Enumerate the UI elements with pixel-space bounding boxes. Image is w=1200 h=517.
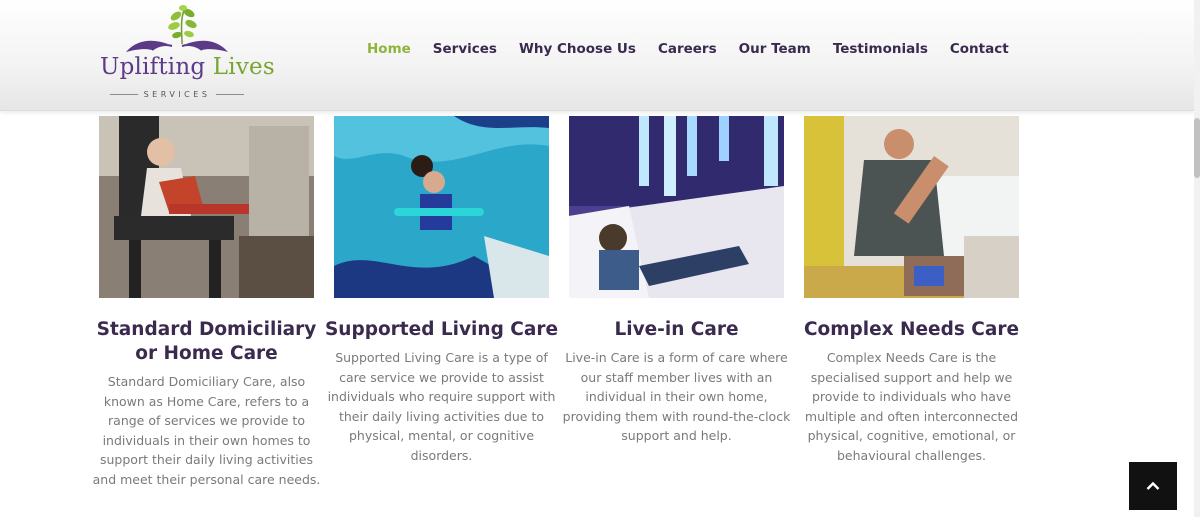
- service-title: Standard Domiciliary or Home Care: [96, 319, 317, 364]
- site-header: Uplifting Lives SERVICES Home Services W…: [0, 0, 1194, 111]
- chevron-up-icon: [1146, 481, 1160, 490]
- service-photo-live-in: [569, 116, 784, 298]
- nav-contact[interactable]: Contact: [939, 40, 1020, 58]
- brand-subtitle: SERVICES: [110, 88, 244, 100]
- service-description: Live-in Care is a form of care where our…: [562, 350, 791, 444]
- main-nav: Home Services Why Choose Us Careers Our …: [356, 40, 1020, 58]
- service-title: Live-in Care: [614, 319, 739, 340]
- brand-name: Uplifting Lives: [100, 54, 275, 80]
- nav-home[interactable]: Home: [356, 40, 422, 58]
- service-description: Complex Needs Care is the specialised su…: [804, 350, 1019, 463]
- nav-careers[interactable]: Careers: [647, 40, 728, 58]
- service-description: Supported Living Care is a type of care …: [327, 350, 556, 463]
- page-scrollbar[interactable]: [1194, 0, 1200, 517]
- brand-subtitle-text: SERVICES: [143, 89, 211, 99]
- brand-name-first: Uplifting: [100, 54, 206, 80]
- nav-why-choose-us[interactable]: Why Choose Us: [508, 40, 647, 58]
- nav-services[interactable]: Services: [422, 40, 508, 58]
- service-title: Complex Needs Care: [803, 319, 1020, 340]
- service-photo-complex-needs: [804, 116, 1019, 298]
- scrollbar-thumb[interactable]: [1194, 118, 1200, 178]
- nav-testimonials[interactable]: Testimonials: [822, 40, 939, 58]
- logo[interactable]: Uplifting Lives SERVICES: [100, 4, 275, 100]
- service-photo-domiciliary: [99, 116, 314, 298]
- nav-our-team[interactable]: Our Team: [728, 40, 822, 58]
- back-to-top-button[interactable]: [1129, 462, 1177, 510]
- service-description: Standard Domiciliary Care, also known as…: [92, 374, 321, 487]
- service-title: Supported Living Care: [324, 319, 558, 340]
- hands-icon: [126, 40, 228, 52]
- brand-name-second: Lives: [205, 54, 275, 80]
- service-photo-supported-living: [334, 116, 549, 298]
